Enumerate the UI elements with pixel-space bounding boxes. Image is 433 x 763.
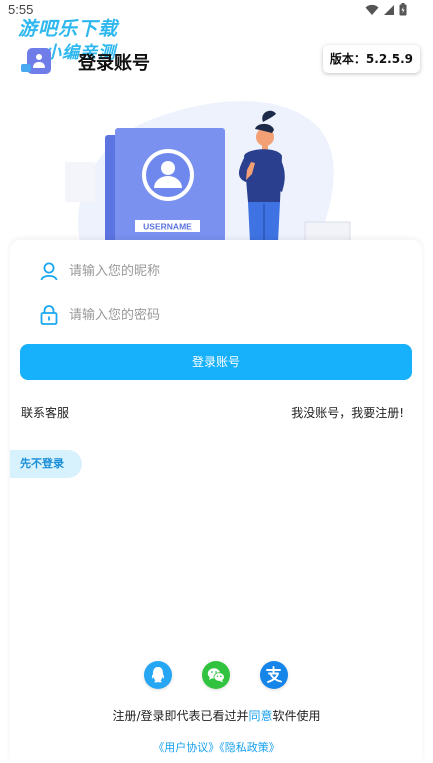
- user-icon: [38, 260, 60, 282]
- register-link[interactable]: 我没账号，我要注册!: [291, 404, 404, 421]
- agreement-prefix: 注册/登录即代表已看过并: [112, 709, 249, 723]
- wechat-icon: [207, 668, 225, 683]
- alipay-login-button[interactable]: [260, 661, 288, 689]
- login-illustration: USERNAME: [65, 101, 351, 242]
- battery-icon: [399, 3, 407, 16]
- qq-icon: [151, 667, 165, 683]
- signal-icon: [384, 4, 394, 15]
- contact-service-link[interactable]: 联系客服: [21, 404, 69, 421]
- illustration-username-label: USERNAME: [143, 222, 192, 232]
- page-title: 登录账号: [78, 53, 150, 74]
- agree-link[interactable]: 同意: [249, 709, 273, 723]
- password-input[interactable]: [69, 307, 369, 323]
- wechat-login-button[interactable]: [202, 661, 230, 689]
- skip-login-button[interactable]: 先不登录: [10, 450, 82, 478]
- username-field[interactable]: [20, 251, 412, 291]
- username-input[interactable]: [69, 263, 369, 279]
- user-agreement-link[interactable]: 《用户协议》: [153, 741, 219, 754]
- agreement-text: 注册/登录即代表已看过并同意软件使用: [0, 707, 433, 724]
- status-time: 5:55: [8, 2, 34, 17]
- privacy-policy-link[interactable]: 《隐私政策》: [219, 741, 280, 754]
- login-button[interactable]: 登录账号: [20, 344, 412, 380]
- alipay-icon: [266, 666, 282, 683]
- agreement-suffix: 软件使用: [272, 709, 321, 723]
- version-badge: 版本：5.2.5.9: [322, 45, 420, 73]
- lock-icon: [38, 304, 60, 326]
- password-field[interactable]: [20, 295, 412, 335]
- policy-links: 《用户协议》《隐私政策》: [0, 739, 433, 755]
- status-bar: 5:55: [0, 0, 433, 20]
- qq-login-button[interactable]: [144, 661, 172, 689]
- status-icons: [365, 3, 407, 16]
- app-logo-icon: [21, 48, 51, 74]
- wifi-icon: [365, 4, 379, 15]
